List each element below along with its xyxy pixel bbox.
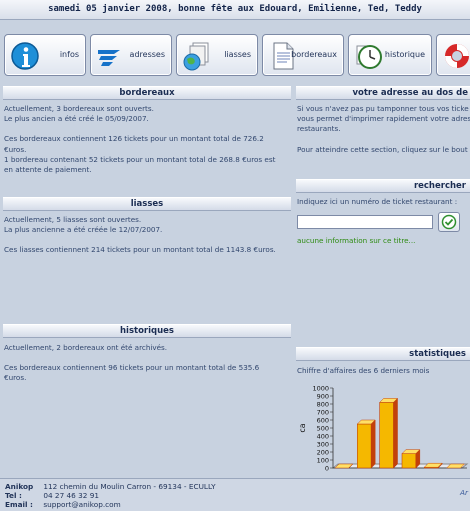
bordereaux-line: €uros. bbox=[4, 144, 27, 154]
footer-right-fragment: Ar bbox=[460, 488, 468, 497]
chart-floor bbox=[331, 463, 469, 469]
adresse-line: vous permet d'imprimer rapidement votre … bbox=[297, 114, 470, 124]
historiques-line: Actuellement, 2 bordereaux ont été archi… bbox=[4, 343, 168, 352]
stats-header: statistiques bbox=[296, 347, 470, 361]
historiques-content: Actuellement, 2 bordereaux ont été archi… bbox=[4, 343, 292, 384]
chart-bar bbox=[401, 453, 417, 469]
liasses-line: Actuellement, 5 liasses sont ouvertes. bbox=[4, 215, 142, 224]
globe-documents-icon bbox=[183, 42, 209, 71]
logo-wings-icon bbox=[98, 50, 120, 66]
bordereaux-line: Ces bordereaux contiennent 126 tickets p… bbox=[4, 134, 264, 144]
stats-subtitle: Chiffre d'affaires des 6 derniers mois bbox=[297, 366, 430, 375]
liasses-title: liasses bbox=[130, 199, 164, 209]
nav-bordereaux-button[interactable]: bordereaux bbox=[262, 34, 344, 76]
liasses-header: liasses bbox=[3, 197, 291, 211]
historiques-header: historiques bbox=[3, 324, 291, 338]
footer-email-link[interactable]: support@anikop.com bbox=[43, 500, 120, 509]
liasses-line: La plus ancienne a été créée le 12/07/20… bbox=[4, 225, 163, 235]
footer-address: 112 chemin du Moulin Carron - 69134 - EC… bbox=[43, 482, 216, 491]
y-tick-label: 400 bbox=[317, 432, 329, 440]
y-tick-label: 100 bbox=[317, 456, 329, 464]
bordereaux-line: Actuellement, 3 bordereaux sont ouverts. bbox=[4, 104, 154, 113]
y-tick-label: 300 bbox=[317, 440, 329, 448]
nav-more-button[interactable] bbox=[436, 34, 470, 76]
footer-tel: 04 27 46 32 91 bbox=[43, 491, 100, 500]
revenue-bar-chart: 01002003004005006007008009001000 ca bbox=[298, 384, 469, 472]
adresse-title: votre adresse au dos de bbox=[352, 88, 468, 98]
y-tick-label: 800 bbox=[317, 400, 329, 408]
y-tick-label: 700 bbox=[317, 408, 329, 416]
adresse-line: Si vous n'avez pas pu tamponner tous vos… bbox=[297, 104, 469, 113]
nav-adresses-label: adresses bbox=[129, 50, 165, 59]
chart-bar-side bbox=[370, 419, 376, 469]
search-prompt: Indiquez ici un numéro de ticket restaur… bbox=[297, 197, 458, 206]
y-tick-label: 600 bbox=[317, 416, 329, 424]
liasses-line: Ces liasses contiennent 214 tickets pour… bbox=[4, 245, 276, 255]
nav-infos-button[interactable]: infos bbox=[4, 34, 86, 76]
lifebuoy-icon bbox=[445, 44, 469, 68]
adresse-line: restaurants. bbox=[297, 124, 341, 134]
historiques-line: €uros. bbox=[4, 373, 27, 383]
nav-adresses-button[interactable]: adresses bbox=[90, 34, 172, 76]
nav-bar: infos adresses liasses bordereaux histor… bbox=[0, 28, 470, 82]
search-title: rechercher bbox=[413, 181, 466, 191]
footer-company-label: Anikop bbox=[5, 482, 34, 491]
footer-address-row: Anikop 112 chemin du Moulin Carron - 691… bbox=[5, 482, 216, 491]
adresse-line: Pour atteindre cette section, cliquez su… bbox=[297, 144, 468, 154]
info-icon bbox=[11, 42, 39, 70]
search-header: rechercher bbox=[296, 179, 470, 193]
bordereaux-line: 1 bordereau contenant 52 tickets pour un… bbox=[4, 154, 276, 164]
search-result-message: aucune information sur ce titre... bbox=[297, 236, 416, 245]
ticket-search-input[interactable] bbox=[297, 215, 433, 229]
y-tick-label: 0 bbox=[325, 464, 329, 472]
bordereaux-line: Le plus ancien a été créé le 05/09/2007. bbox=[4, 114, 149, 124]
nav-bordereaux-label: bordereaux bbox=[291, 50, 337, 59]
adresse-content: Si vous n'avez pas pu tamponner tous vos… bbox=[297, 104, 470, 155]
date-line: samedi 05 janvier 2008, bonne fête aux E… bbox=[48, 4, 422, 14]
search-submit-button[interactable] bbox=[438, 212, 460, 232]
nav-liasses-label: liasses bbox=[224, 50, 251, 59]
historiques-line: Ces bordereaux contiennent 96 tickets po… bbox=[4, 363, 260, 373]
nav-historique-label: historique bbox=[384, 50, 425, 59]
y-axis-label: ca bbox=[298, 423, 307, 432]
bordereaux-header: bordereaux bbox=[3, 86, 291, 100]
y-tick-label: 900 bbox=[317, 392, 329, 400]
liasses-content: Actuellement, 5 liasses sont ouvertes. L… bbox=[4, 215, 292, 256]
historiques-title: historiques bbox=[120, 326, 174, 336]
footer-tel-label: Tel : bbox=[5, 491, 22, 500]
bordereaux-line: en attente de paiement. bbox=[4, 165, 92, 175]
chart-bar bbox=[379, 402, 394, 469]
footer-tel-row: Tel : 04 27 46 32 91 bbox=[5, 491, 99, 500]
footer-email-row: Email : support@anikop.com bbox=[5, 500, 121, 509]
y-tick-label: 500 bbox=[317, 424, 329, 432]
date-banner: samedi 05 janvier 2008, bonne fête aux E… bbox=[0, 0, 470, 20]
y-tick-label: 200 bbox=[317, 448, 329, 456]
footer: Anikop 112 chemin du Moulin Carron - 691… bbox=[0, 478, 470, 511]
nav-infos-label: infos bbox=[59, 50, 79, 59]
check-icon bbox=[441, 214, 457, 230]
bordereaux-content: Actuellement, 3 bordereaux sont ouverts.… bbox=[4, 104, 292, 175]
clock-icon bbox=[356, 45, 382, 69]
chart-bar bbox=[357, 423, 372, 469]
nav-liasses-button[interactable]: liasses bbox=[176, 34, 258, 76]
adresse-header: votre adresse au dos de bbox=[296, 86, 470, 100]
nav-historique-button[interactable]: historique bbox=[348, 34, 432, 76]
stats-title: statistiques bbox=[409, 349, 466, 359]
chart-bar-side bbox=[393, 397, 398, 469]
footer-email-label: Email : bbox=[5, 500, 33, 509]
bordereaux-title: bordereaux bbox=[119, 88, 175, 98]
y-tick-label: 1000 bbox=[312, 384, 329, 392]
